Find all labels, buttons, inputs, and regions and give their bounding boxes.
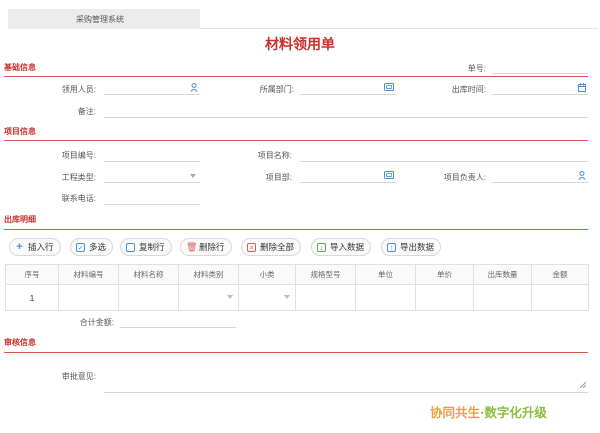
chevron-down-icon	[190, 174, 196, 178]
quantity-cell[interactable]	[473, 284, 532, 311]
project-name-label: 项目名称:	[257, 151, 292, 160]
project-dept-field[interactable]	[300, 171, 396, 183]
recipient-label: 领用人员:	[61, 85, 96, 94]
export-icon: ↑	[387, 242, 396, 252]
column-header: 规格型号	[295, 264, 356, 285]
material-category-cell[interactable]	[178, 284, 239, 311]
amount-cell[interactable]	[531, 284, 589, 311]
unit-price-cell[interactable]	[415, 284, 474, 311]
delete-row-button[interactable]: 🗑 删除行	[180, 238, 232, 256]
section-outbound-title: 出库明细	[4, 215, 36, 224]
column-header: 序号	[5, 264, 59, 285]
project-code-field[interactable]	[104, 150, 200, 162]
approval-opinion-label: 审批意见:	[61, 372, 96, 381]
project-type-select[interactable]	[104, 171, 200, 183]
top-bar: 采购管理系统	[8, 7, 598, 29]
section-basic-divider	[4, 76, 588, 77]
system-tab-label: 采购管理系统	[76, 14, 124, 24]
project-owner-label: 项目负责人:	[443, 173, 486, 182]
project-dept-label: 项目部:	[265, 173, 292, 182]
outbound-detail-table: 序号 材料编号 材料名称 材料类别 小类 规格型号 单位 单价 出库数量 金额 …	[5, 264, 589, 311]
dept-label: 所属部门:	[259, 85, 294, 94]
person-icon[interactable]	[190, 83, 198, 95]
recipient-field[interactable]	[104, 83, 200, 95]
spec-cell[interactable]	[295, 284, 356, 311]
watermark-logo: 协同共生·数字化升级	[430, 405, 547, 420]
section-outbound-divider	[4, 229, 588, 230]
approval-opinion-textarea[interactable]	[104, 368, 588, 393]
project-type-label: 工程类型:	[61, 173, 96, 182]
export-data-button[interactable]: ↑ 导出数据	[381, 238, 442, 256]
section-project-title: 项目信息	[4, 127, 36, 136]
delete-all-icon: ×	[247, 242, 256, 252]
multi-select-button[interactable]: ✓ 多选	[70, 238, 114, 256]
system-tab[interactable]: 采购管理系统	[8, 9, 200, 29]
outbound-time-field[interactable]	[492, 83, 588, 95]
picker-icon[interactable]	[384, 83, 394, 94]
copy-row-button[interactable]: 复制行	[120, 238, 172, 256]
remark-field[interactable]	[104, 106, 588, 118]
project-name-field[interactable]	[300, 150, 588, 162]
delete-all-button[interactable]: × 删除全部	[241, 238, 302, 256]
project-code-label: 项目编号:	[61, 151, 96, 160]
order-no-field[interactable]	[492, 62, 588, 74]
remark-label: 备注:	[77, 107, 96, 116]
outbound-time-label: 出库时间:	[451, 85, 486, 94]
column-header: 材料编号	[58, 264, 119, 285]
total-amount-label: 合计金额:	[79, 318, 114, 327]
section-review-divider	[4, 352, 588, 353]
column-header: 小类	[238, 264, 296, 285]
person-icon[interactable]	[578, 171, 586, 183]
column-header: 单价	[415, 264, 474, 285]
section-review-title: 审核信息	[4, 338, 36, 347]
table-header-row: 序号 材料编号 材料名称 材料类别 小类 规格型号 单位 单价 出库数量 金额	[5, 264, 589, 285]
page-title: 材料领用单	[265, 36, 335, 52]
import-icon: ↓	[317, 242, 326, 252]
column-header: 出库数量	[473, 264, 532, 285]
picker-icon[interactable]	[384, 171, 394, 182]
table-row: 1	[5, 284, 589, 311]
copy-icon	[126, 242, 135, 252]
order-no-label: 单号:	[467, 64, 486, 73]
resize-handle-icon[interactable]	[579, 381, 587, 390]
column-header: 金额	[531, 264, 589, 285]
unit-cell[interactable]	[355, 284, 416, 311]
column-header: 材料类别	[178, 264, 239, 285]
import-data-button[interactable]: ↓ 导入数据	[311, 238, 372, 256]
checkbox-icon: ✓	[76, 242, 85, 252]
material-name-cell[interactable]	[118, 284, 179, 311]
calendar-icon[interactable]	[578, 83, 586, 95]
trash-icon: 🗑	[186, 241, 198, 252]
column-header: 单位	[355, 264, 416, 285]
dept-field[interactable]	[300, 83, 396, 95]
column-header: 材料名称	[118, 264, 179, 285]
chevron-down-icon	[284, 295, 290, 299]
material-code-cell[interactable]	[58, 284, 119, 311]
project-owner-field[interactable]	[492, 171, 588, 183]
subcategory-cell[interactable]	[238, 284, 296, 311]
section-project-divider	[4, 140, 588, 141]
phone-field[interactable]	[104, 193, 200, 205]
plus-icon: +	[16, 240, 23, 253]
phone-label: 联系电话:	[61, 194, 96, 203]
row-seq-cell: 1	[5, 284, 59, 311]
insert-row-button[interactable]: + 插入行	[9, 238, 61, 256]
total-amount-field	[120, 316, 236, 328]
chevron-down-icon	[227, 295, 233, 299]
